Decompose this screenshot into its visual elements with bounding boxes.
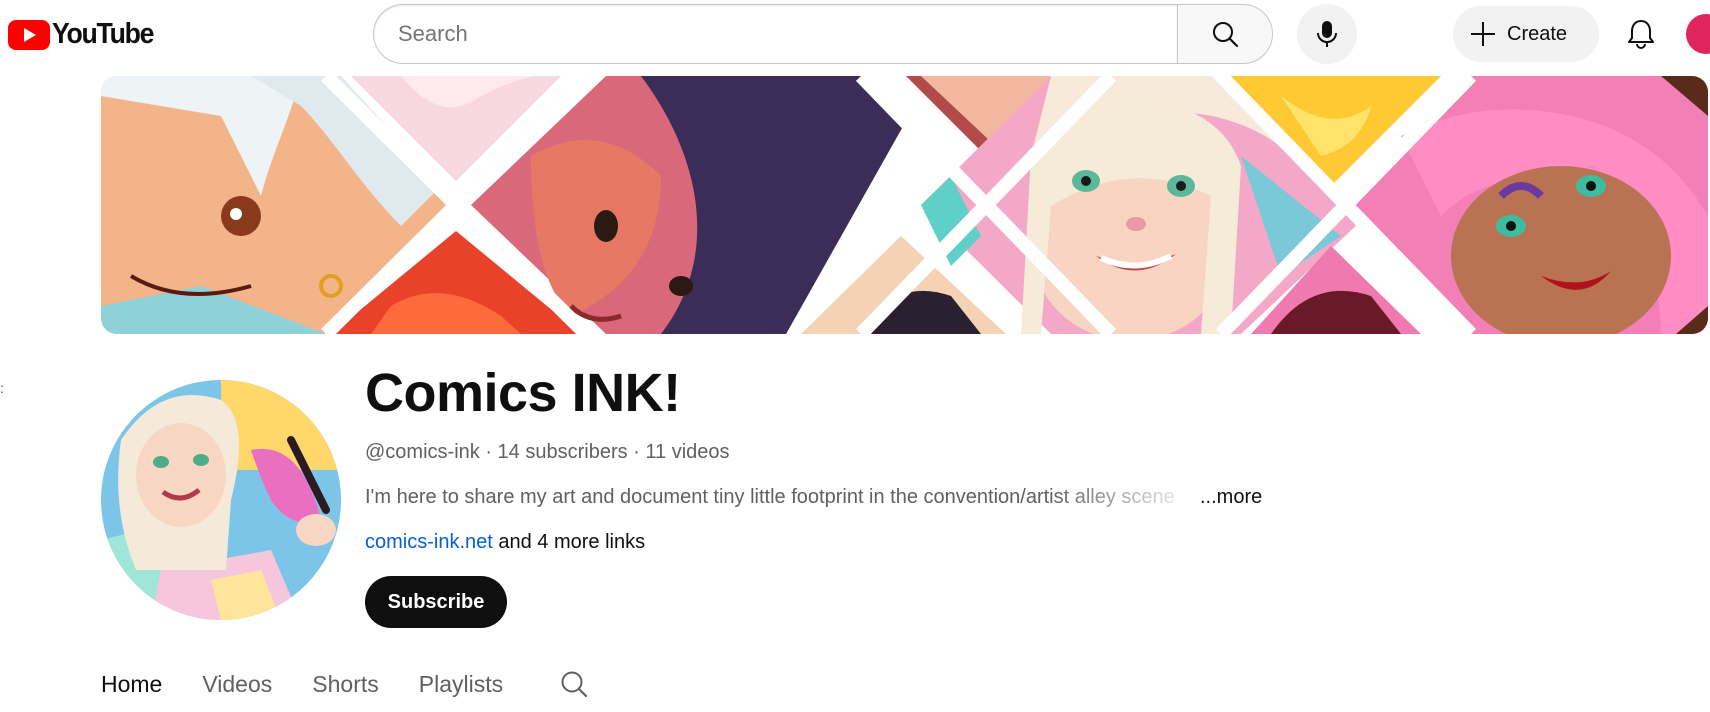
search-icon: [1213, 22, 1239, 48]
more-links-button[interactable]: and 4 more links: [493, 531, 645, 553]
meta-separator: ·: [479, 441, 498, 463]
channel-name: Comics INK!: [365, 363, 681, 423]
search-input[interactable]: [398, 21, 1177, 47]
voice-search-button[interactable]: [1297, 4, 1357, 64]
meta-separator: ·: [627, 441, 646, 463]
mic-icon: [1317, 21, 1337, 47]
search-bar: [373, 4, 1273, 64]
subscriber-count: 14 subscribers: [497, 441, 628, 463]
masthead: YouTube Create: [0, 0, 1710, 68]
channel-handle: @comics-ink: [365, 441, 480, 463]
bell-icon: [1628, 20, 1654, 49]
subscribe-button[interactable]: Subscribe: [365, 576, 507, 628]
banner-artwork: [101, 76, 1708, 334]
create-button[interactable]: Create: [1453, 6, 1599, 62]
channel-avatar[interactable]: [101, 380, 341, 620]
tab-videos[interactable]: Videos: [202, 671, 272, 698]
tab-home[interactable]: Home: [101, 671, 162, 698]
side-marker: :: [0, 380, 4, 396]
account-avatar[interactable]: [1686, 14, 1710, 54]
logo-text: YouTube: [52, 18, 154, 50]
channel-meta: @comics-ink · 14 subscribers · 11 videos: [365, 441, 730, 464]
channel-banner: [101, 76, 1708, 334]
search-icon: [561, 671, 588, 698]
youtube-play-icon: [8, 19, 50, 50]
youtube-logo[interactable]: YouTube: [8, 18, 162, 51]
channel-tabs: Home Videos Shorts Playlists: [101, 664, 591, 704]
channel-description[interactable]: I'm here to share my art and document ti…: [365, 486, 1262, 509]
description-more-link[interactable]: ...more: [1200, 486, 1262, 509]
create-label: Create: [1507, 22, 1568, 45]
search-box[interactable]: [373, 4, 1177, 64]
description-text: I'm here to share my art and document ti…: [365, 486, 1175, 508]
channel-website-link[interactable]: comics-ink.net: [365, 531, 493, 553]
video-count: 11 videos: [645, 441, 730, 463]
channel-search-button[interactable]: [557, 667, 591, 701]
notifications-button[interactable]: [1617, 10, 1665, 58]
plus-icon: [1471, 22, 1495, 46]
channel-links: comics-ink.net and 4 more links: [365, 531, 645, 554]
search-button[interactable]: [1177, 4, 1273, 64]
avatar-artwork: [101, 380, 341, 620]
tab-shorts[interactable]: Shorts: [312, 671, 378, 698]
tab-playlists[interactable]: Playlists: [419, 671, 503, 698]
